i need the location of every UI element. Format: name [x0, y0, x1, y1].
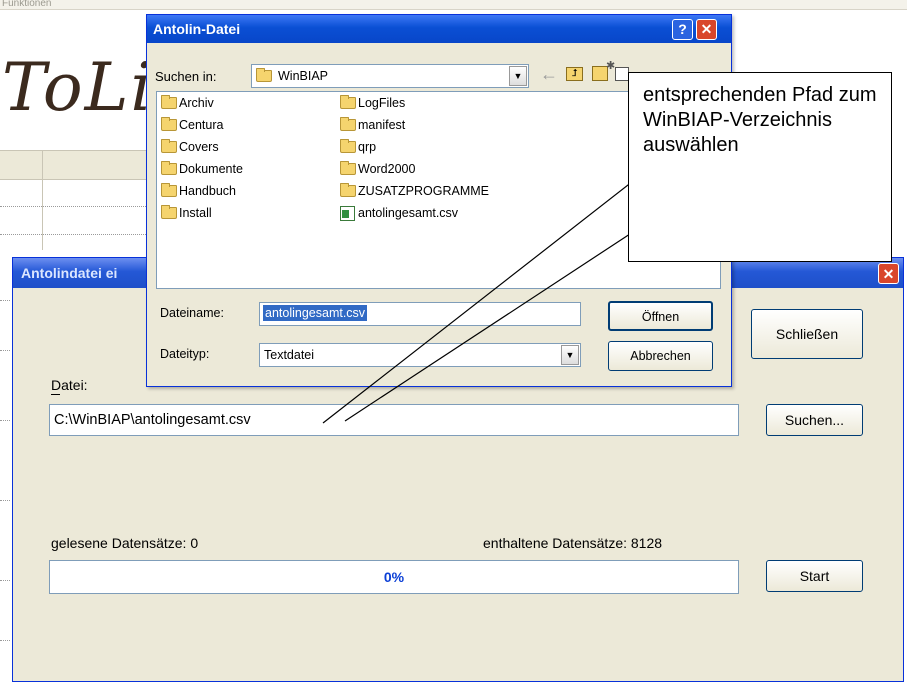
- callout-text: entsprechenden Pfad zum WinBIAP-Verzeich…: [643, 84, 877, 156]
- callout-box: entsprechenden Pfad zum WinBIAP-Verzeich…: [628, 72, 892, 262]
